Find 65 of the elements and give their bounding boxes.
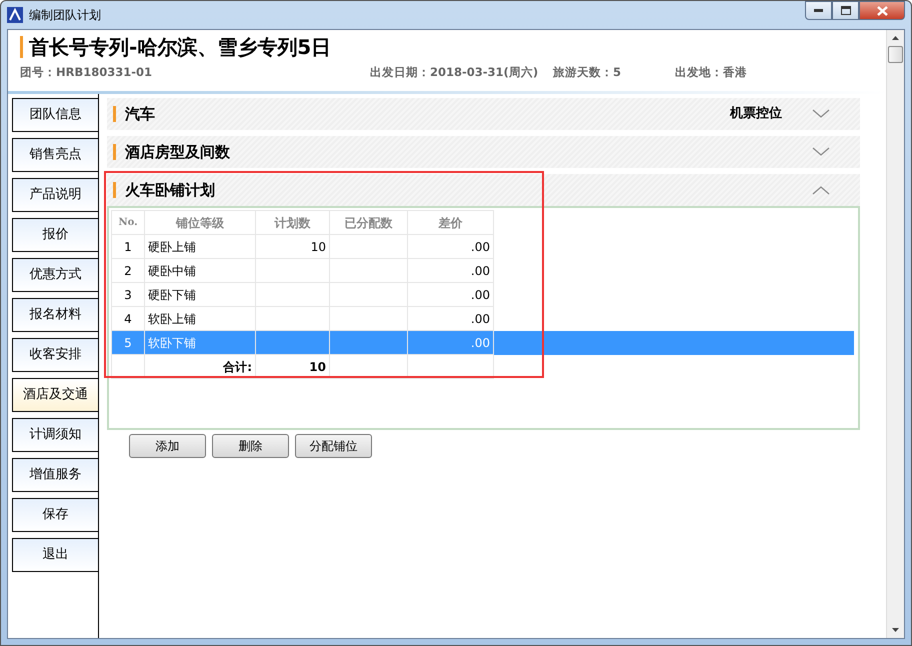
sidebar-tab[interactable]: 产品说明 xyxy=(12,178,98,212)
departure-place: 出发地：香港 xyxy=(675,64,747,81)
scrollbar-thumb[interactable] xyxy=(888,46,903,63)
column-header: 铺位等级 xyxy=(144,210,256,234)
total-value: 10 xyxy=(309,360,326,374)
table-cell: 1 xyxy=(124,240,132,254)
sidebar-tab[interactable]: 计调须知 xyxy=(12,418,98,452)
column-header: 已分配数 xyxy=(330,210,408,234)
column-header: No. xyxy=(112,210,144,234)
section-header[interactable]: 酒店房型及间数 xyxy=(107,136,860,168)
section-header[interactable]: 汽车 机票控位 xyxy=(107,98,860,130)
table-cell: .00 xyxy=(470,264,490,278)
section-link[interactable]: 机票控位 xyxy=(730,104,782,124)
section-title: 汽车 xyxy=(113,106,155,122)
table-cell: .00 xyxy=(470,288,490,302)
sidebar-tab[interactable]: 退出 xyxy=(12,538,98,572)
sidebar-tab[interactable]: 保存 xyxy=(12,498,98,532)
sidebar-tab[interactable]: 团队信息 xyxy=(12,98,98,132)
tour-title: 首长号专列-哈尔滨、雪乡专列5日 xyxy=(20,36,876,58)
table-cell: 10 xyxy=(310,240,326,254)
table-cell: .00 xyxy=(470,312,490,326)
section-title: 酒店房型及间数 xyxy=(113,144,230,160)
chevron-down-icon[interactable] xyxy=(812,147,830,157)
chevron-up-icon[interactable] xyxy=(812,185,830,195)
sidebar-tab[interactable]: 报价 xyxy=(12,218,98,252)
sidebar-tab[interactable]: 报名材料 xyxy=(12,298,98,332)
table-cell: 4 xyxy=(124,312,132,326)
table-cell: 5 xyxy=(124,336,132,350)
maximize-icon xyxy=(840,6,850,15)
minimize-button[interactable] xyxy=(805,1,832,20)
table-row[interactable]: 2 硬卧中铺 .00 xyxy=(112,258,854,282)
action-button[interactable]: 删除 xyxy=(212,434,289,458)
sidebar-tab[interactable]: 增值服务 xyxy=(12,458,98,492)
table-cell: .00 xyxy=(470,240,490,254)
sidebar-tab[interactable]: 酒店及交通 xyxy=(12,378,98,412)
tour-days: 旅游天数：5 xyxy=(553,64,675,82)
section-title: 火车卧铺计划 xyxy=(113,182,215,198)
sidebar-tab[interactable]: 销售亮点 xyxy=(12,138,98,172)
table-row[interactable]: 1 硬卧上铺 10 .00 xyxy=(112,234,854,258)
column-header: 计划数 xyxy=(256,210,330,234)
action-button[interactable]: 分配铺位 xyxy=(295,434,372,458)
chevron-down-icon[interactable] xyxy=(812,109,830,119)
sidebar-tab[interactable]: 优惠方式 xyxy=(12,258,98,292)
maximize-button[interactable] xyxy=(832,1,859,20)
action-button[interactable]: 添加 xyxy=(129,434,206,458)
minimize-icon xyxy=(814,9,823,12)
table-cell: 软卧上铺 xyxy=(148,312,196,326)
departure-date: 出发日期：2018-03-31(周六) xyxy=(370,64,540,81)
table-cell: 2 xyxy=(124,264,132,278)
column-header: 差价 xyxy=(408,210,494,234)
total-label: 合计: xyxy=(223,360,252,374)
table-row[interactable]: 3 硬卧下铺 .00 xyxy=(112,282,854,306)
table-cell: 硬卧下铺 xyxy=(148,288,196,302)
sidebar-tab[interactable]: 收客安排 xyxy=(12,338,98,372)
table-cell: 硬卧上铺 xyxy=(148,240,196,254)
app-icon xyxy=(7,7,23,23)
table-cell: 3 xyxy=(124,288,132,302)
section-header[interactable]: 火车卧铺计划 xyxy=(107,174,860,206)
close-icon xyxy=(876,6,888,16)
table-cell: 软卧下铺 xyxy=(148,336,196,350)
window-title: 编制团队计划 xyxy=(29,7,101,24)
group-number: 团号：HRB180331-01 xyxy=(20,64,154,81)
table-cell: .00 xyxy=(470,336,490,350)
close-button[interactable] xyxy=(859,1,905,20)
table-cell: 硬卧中铺 xyxy=(148,264,196,278)
